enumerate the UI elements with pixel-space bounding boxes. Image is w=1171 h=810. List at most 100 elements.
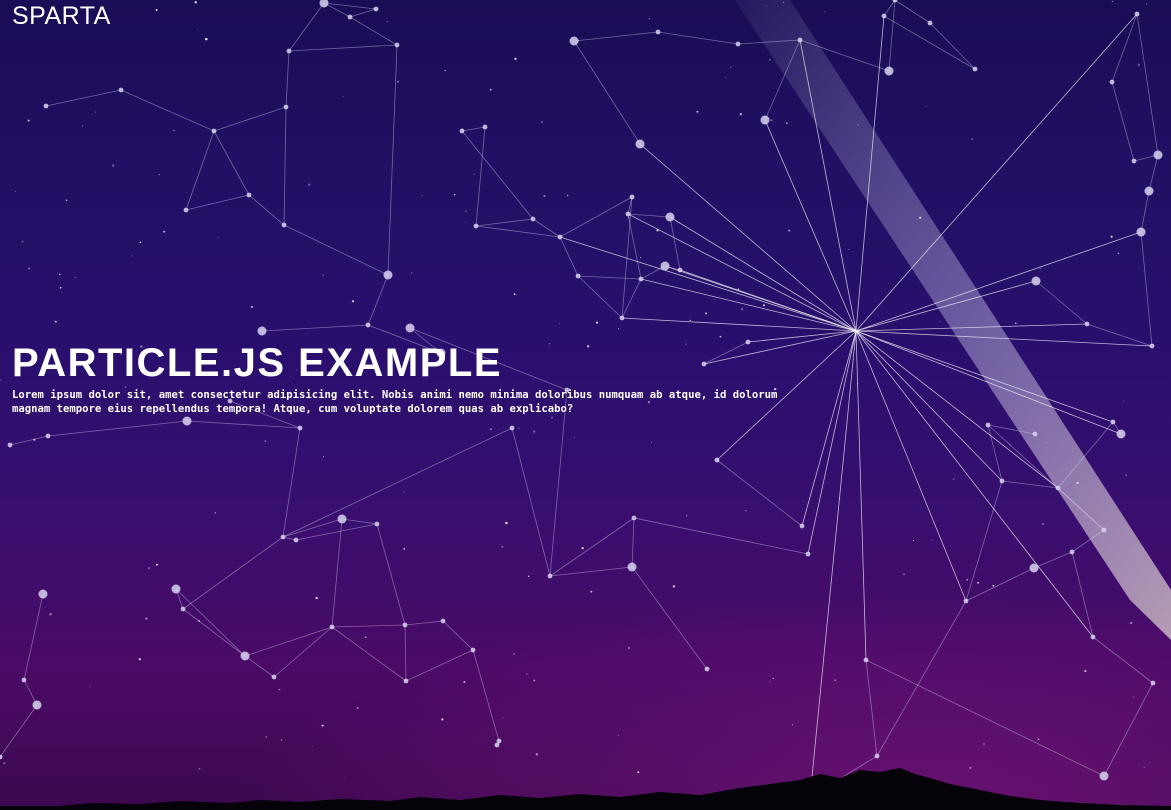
particle-node <box>530 216 536 222</box>
particle-hub-link <box>640 278 857 332</box>
star <box>411 272 413 274</box>
star <box>1145 3 1147 5</box>
star <box>1076 481 1079 485</box>
star <box>397 80 400 83</box>
star <box>502 717 504 719</box>
star <box>627 646 631 650</box>
star <box>559 322 561 324</box>
particle-node <box>1136 227 1146 237</box>
particle-node <box>211 128 217 134</box>
star <box>214 512 216 514</box>
particle-link <box>186 420 301 429</box>
star <box>566 194 569 197</box>
star <box>637 771 640 774</box>
particle-node <box>286 48 292 54</box>
particle-link <box>387 44 398 276</box>
particle-node <box>402 622 408 628</box>
star <box>265 736 267 738</box>
star <box>3 762 6 765</box>
star <box>1133 696 1135 698</box>
particle-node <box>1150 680 1156 686</box>
particle-hub-link <box>639 143 857 332</box>
star <box>931 539 933 541</box>
star <box>1117 252 1120 255</box>
particle-node <box>631 515 637 521</box>
particle-link <box>323 2 377 10</box>
star <box>1143 766 1145 768</box>
particle-node <box>281 222 287 228</box>
particle-node <box>374 521 380 527</box>
star <box>138 658 141 661</box>
star <box>82 125 84 127</box>
particle-node <box>182 416 192 426</box>
particle-node <box>972 66 978 72</box>
star <box>745 510 747 512</box>
star <box>441 718 444 721</box>
particle-link <box>349 16 398 46</box>
star <box>729 66 732 69</box>
particle-node <box>625 211 631 217</box>
star <box>158 173 161 176</box>
star <box>89 686 91 688</box>
particle-link <box>47 420 188 437</box>
star <box>421 194 423 197</box>
particle-node <box>271 674 277 680</box>
particle-link <box>367 274 389 326</box>
particle-link <box>185 130 215 211</box>
star <box>541 121 543 123</box>
star <box>532 430 536 433</box>
particle-link <box>657 31 739 45</box>
star <box>356 707 359 709</box>
particle-hub-link <box>669 216 857 332</box>
particle-node <box>1029 563 1039 573</box>
star <box>250 305 253 309</box>
star <box>58 273 61 276</box>
particle-node <box>183 207 189 213</box>
star <box>139 241 142 244</box>
star <box>769 58 771 61</box>
site-logo[interactable]: SPARTA <box>12 2 111 31</box>
particle-node <box>45 433 51 439</box>
particle-node <box>337 514 347 524</box>
star <box>689 319 691 322</box>
star <box>1110 235 1113 238</box>
particle-node <box>319 0 329 8</box>
particle-link <box>261 324 369 332</box>
star <box>762 304 765 307</box>
star <box>465 210 468 213</box>
star <box>705 312 708 315</box>
particle-node <box>927 20 933 26</box>
particle-node <box>32 700 42 710</box>
particle-node <box>1116 429 1126 439</box>
particle-node <box>874 753 880 759</box>
star <box>278 688 281 691</box>
particle-node <box>1110 419 1116 425</box>
particle-node <box>735 41 741 47</box>
particle-node <box>1153 150 1163 160</box>
star <box>737 288 739 290</box>
star <box>155 8 158 11</box>
star <box>54 320 57 323</box>
star <box>463 680 466 684</box>
particle-node <box>884 66 894 76</box>
star <box>308 183 311 186</box>
star <box>205 37 208 41</box>
particle-node <box>494 742 500 748</box>
particle-node <box>677 267 683 273</box>
star <box>364 636 367 639</box>
star <box>194 1 197 4</box>
particle-node <box>1032 431 1038 437</box>
star <box>342 95 344 97</box>
particle-link <box>475 218 534 227</box>
star <box>783 1 785 3</box>
star <box>453 194 456 196</box>
particle-link <box>185 194 250 211</box>
star <box>145 617 148 620</box>
particle-node <box>171 584 181 594</box>
star <box>992 584 995 587</box>
star <box>640 257 642 259</box>
particle-node <box>180 606 186 612</box>
particle-node <box>797 37 803 43</box>
particle-link <box>9 435 49 446</box>
star <box>49 612 52 616</box>
